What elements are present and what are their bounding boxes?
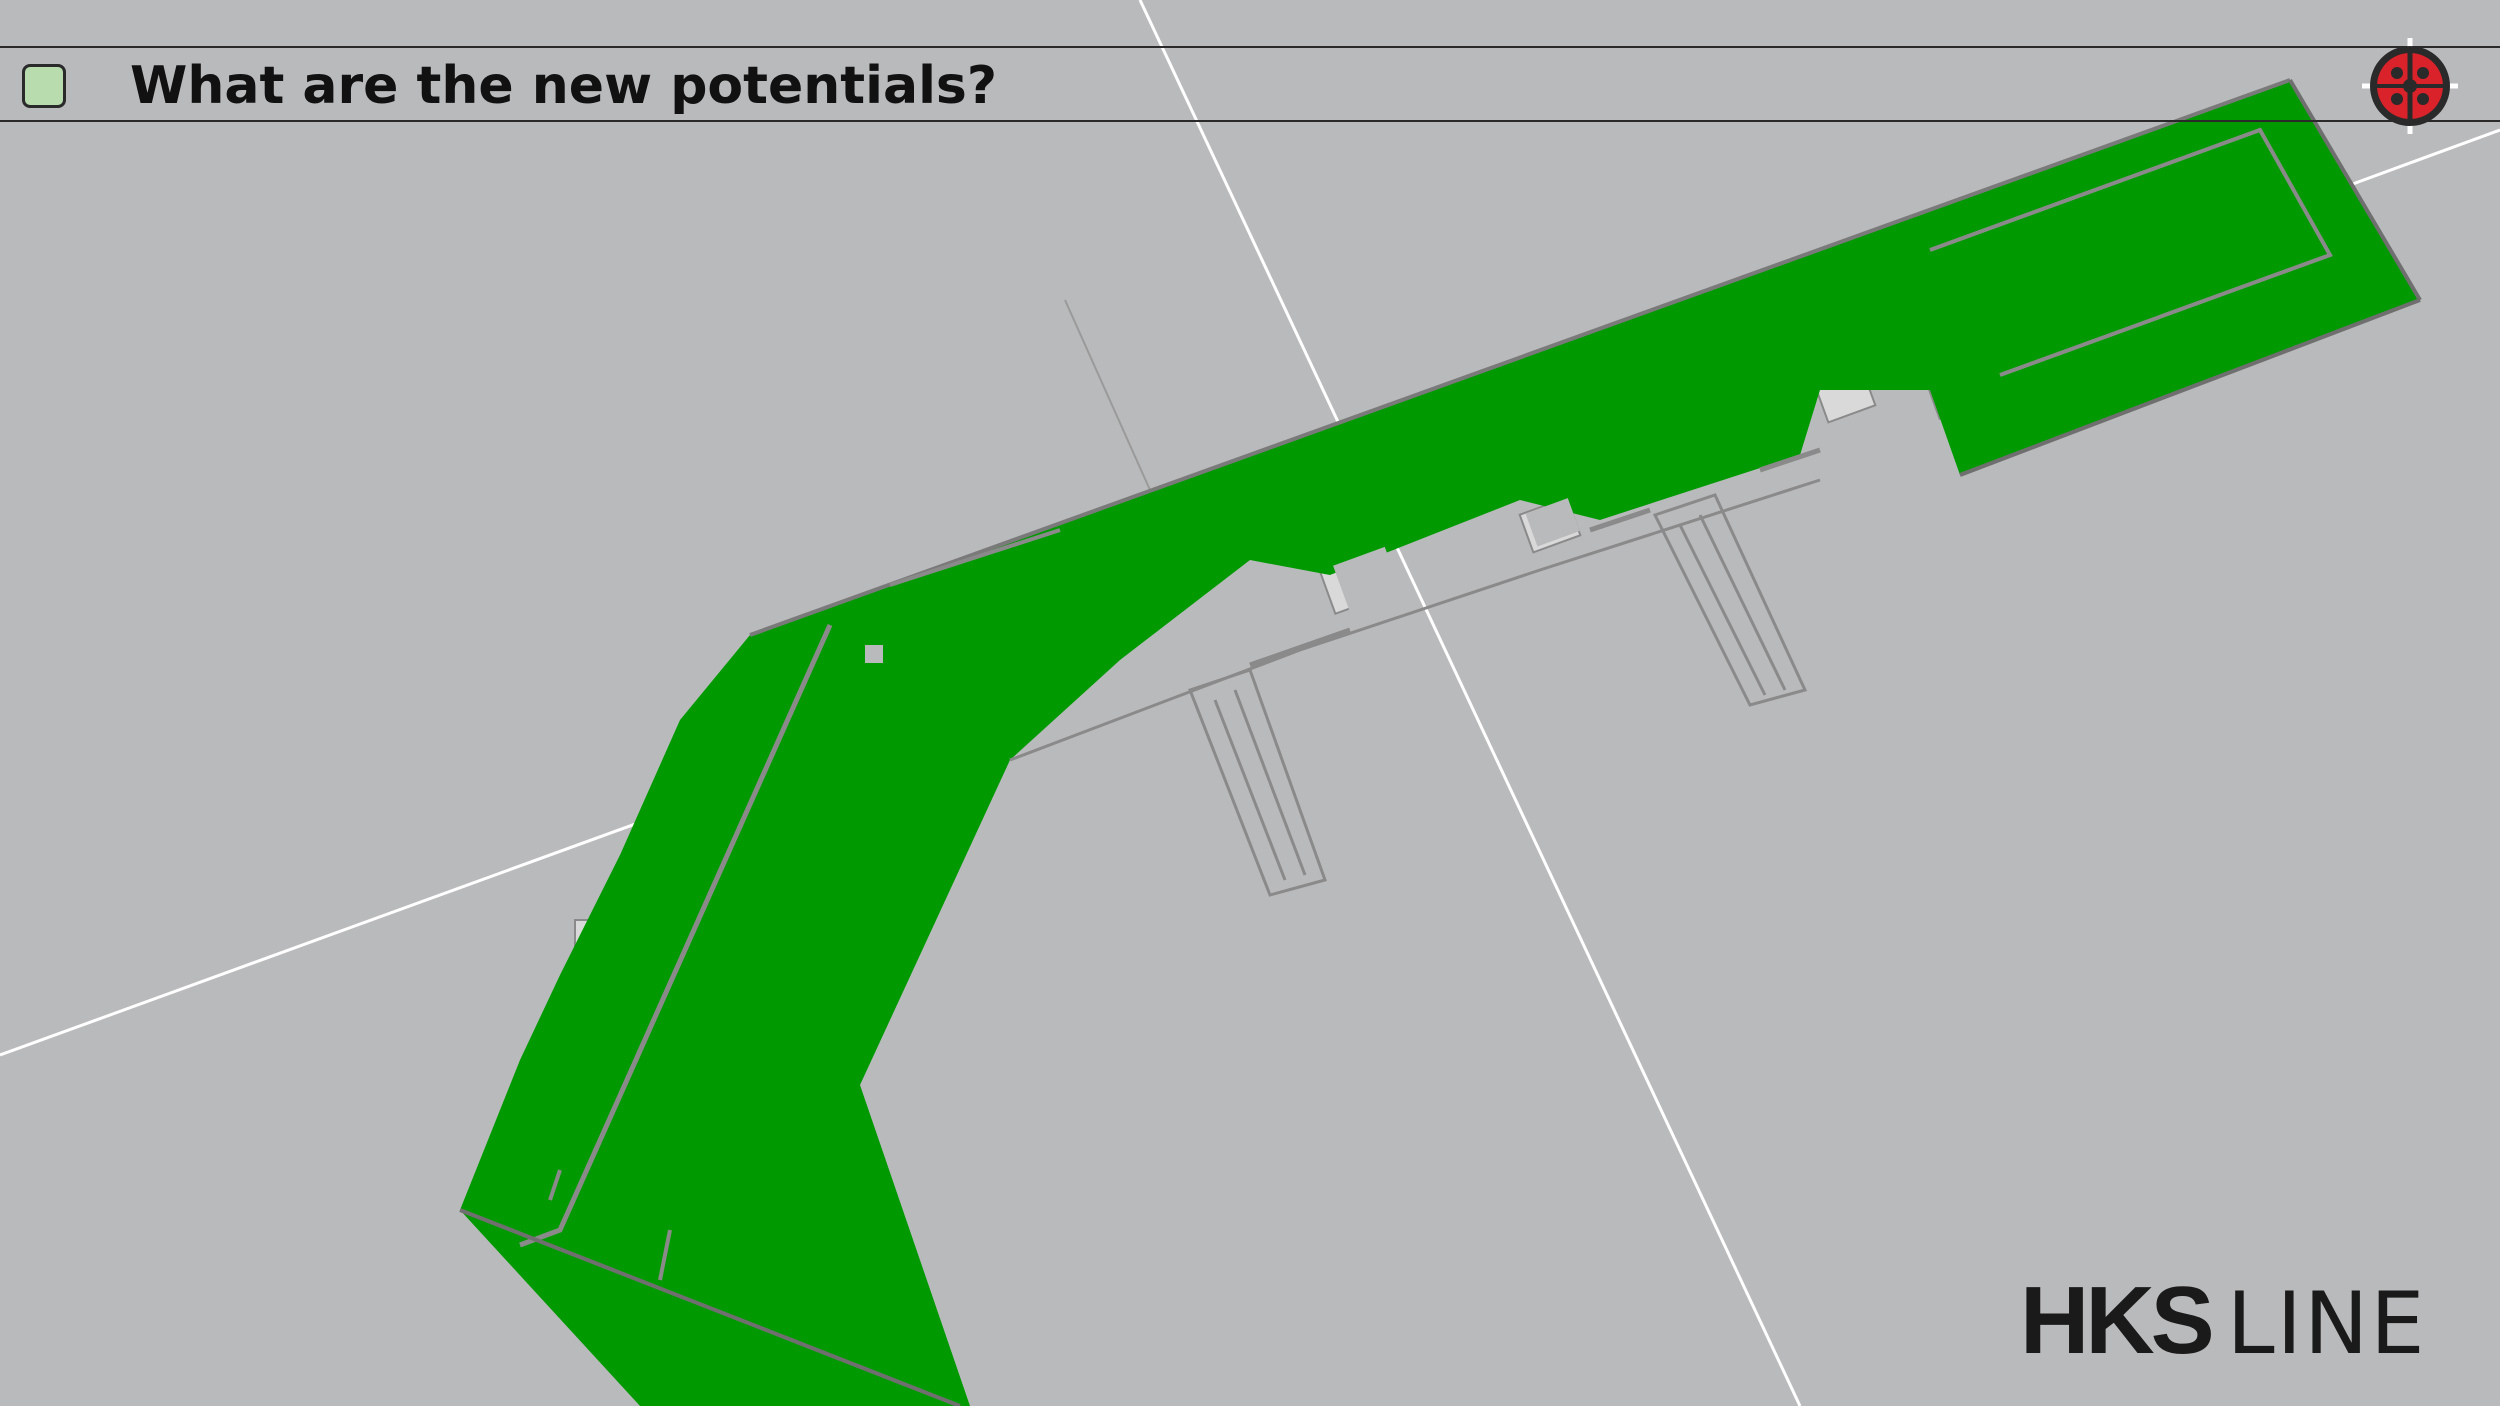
slide-title: What are the new potentials? <box>130 56 998 116</box>
pier-structure <box>1188 668 1327 897</box>
hks-line-logo: HKS LINE <box>2020 1273 2427 1394</box>
ladybug-logo-icon <box>2362 38 2458 134</box>
slide-canvas: What are the new potentials? HKS LINE <box>0 0 2500 1406</box>
viewport-axis-line <box>1064 299 1151 491</box>
logo-secondary-text: LINE <box>2226 1274 2427 1374</box>
square-bullet-icon <box>22 64 66 108</box>
3d-model-viewport <box>0 0 2500 1406</box>
viewport-axis-line <box>2349 128 2500 187</box>
building-footprint <box>460 80 2420 1406</box>
slide-title-bar: What are the new potentials? <box>0 46 2500 122</box>
logo-primary-text: HKS <box>2020 1267 2215 1374</box>
